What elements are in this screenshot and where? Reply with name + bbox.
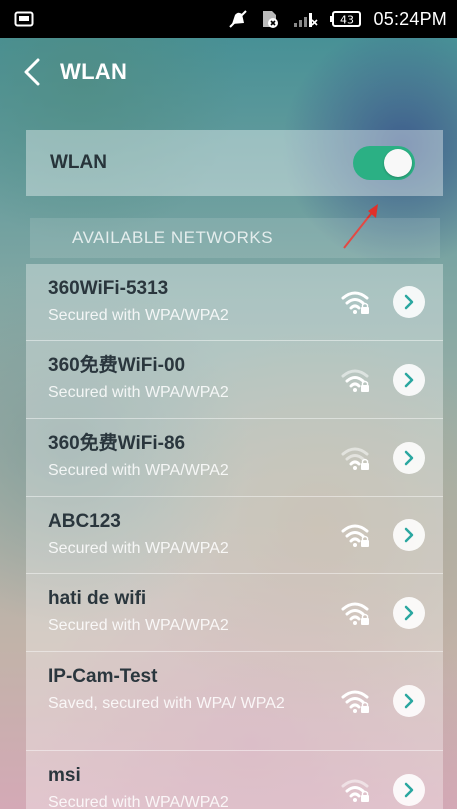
image-icon [14,11,34,27]
network-name: msi [48,765,81,786]
available-networks-label: AVAILABLE NETWORKS [72,228,274,247]
page-title: WLAN [60,59,128,84]
network-item[interactable]: hati de wifi Secured with WPA/WPA2 [26,574,443,652]
network-details-button[interactable] [393,286,425,318]
network-status: Secured with WPA/WPA2 [48,307,229,324]
chevron-right-icon [404,372,414,387]
chevron-right-icon [404,605,414,620]
network-details-button[interactable] [393,519,425,551]
signal-icon [292,10,318,28]
wifi-lock-icon [341,524,369,547]
network-name: ABC123 [48,511,121,532]
network-status: Secured with WPA/WPA2 [48,617,229,634]
switch-knob [384,149,412,177]
back-button[interactable] [18,52,46,92]
network-status: Saved, secured with WPA/ WPA2 [48,695,285,712]
network-status: Secured with WPA/WPA2 [48,462,229,479]
wlan-toggle-label: WLAN [50,152,107,173]
available-networks-header: AVAILABLE NETWORKS [30,218,440,258]
network-status: Secured with WPA/WPA2 [48,384,229,401]
back-chevron-icon [24,58,40,86]
network-details-button[interactable] [393,774,425,806]
network-name: 360免费WiFi-86 [48,433,186,454]
wifi-lock-icon [341,291,369,314]
clock: 05:24PM [373,8,447,29]
wlan-toggle-row[interactable]: WLAN [26,130,443,196]
network-item[interactable]: 360WiFi-5313 Secured with WPA/WPA2 [26,264,443,341]
network-item[interactable]: ABC123 Secured with WPA/WPA2 [26,497,443,574]
network-item[interactable]: msi Secured with WPA/WPA2 [26,751,443,809]
network-details-button[interactable] [393,363,425,396]
status-bar: 43 05:24PM [0,0,457,38]
network-details-button[interactable] [393,685,425,717]
svg-text:43: 43 [340,14,354,27]
network-item[interactable]: IP-Cam-Test Saved, secured with WPA/ WPA… [26,652,443,751]
wifi-lock-icon [341,690,369,713]
chevron-right-icon [404,294,414,310]
wifi-lock-icon [341,369,369,392]
chevron-right-icon [404,527,414,543]
wlan-switch[interactable] [353,146,415,180]
notifications-off-icon [228,9,248,29]
network-status: Secured with WPA/WPA2 [48,794,229,809]
chevron-right-icon [404,450,414,465]
network-details-button[interactable] [393,596,425,629]
wifi-lock-icon [341,602,369,625]
network-name: hati de wifi [48,588,147,609]
network-item[interactable]: 360免费WiFi-00 Secured with WPA/WPA2 [26,341,443,419]
wifi-lock-icon [341,447,369,470]
chevron-right-icon [404,693,414,709]
chevron-right-icon [404,782,414,798]
network-name: 360免费WiFi-00 [48,355,186,376]
network-name: IP-Cam-Test [48,666,158,687]
top-bar: WLAN [0,38,457,106]
sim-icon [260,9,280,29]
battery-icon: 43 [329,10,362,28]
wifi-lock-icon [341,779,369,802]
network-name: 360WiFi-5313 [48,278,169,299]
network-item[interactable]: 360免费WiFi-86 Secured with WPA/WPA2 [26,419,443,497]
network-status: Secured with WPA/WPA2 [48,540,229,557]
network-details-button[interactable] [393,441,425,474]
network-list: 360WiFi-5313 Secured with WPA/WPA2 360免费… [26,264,443,809]
